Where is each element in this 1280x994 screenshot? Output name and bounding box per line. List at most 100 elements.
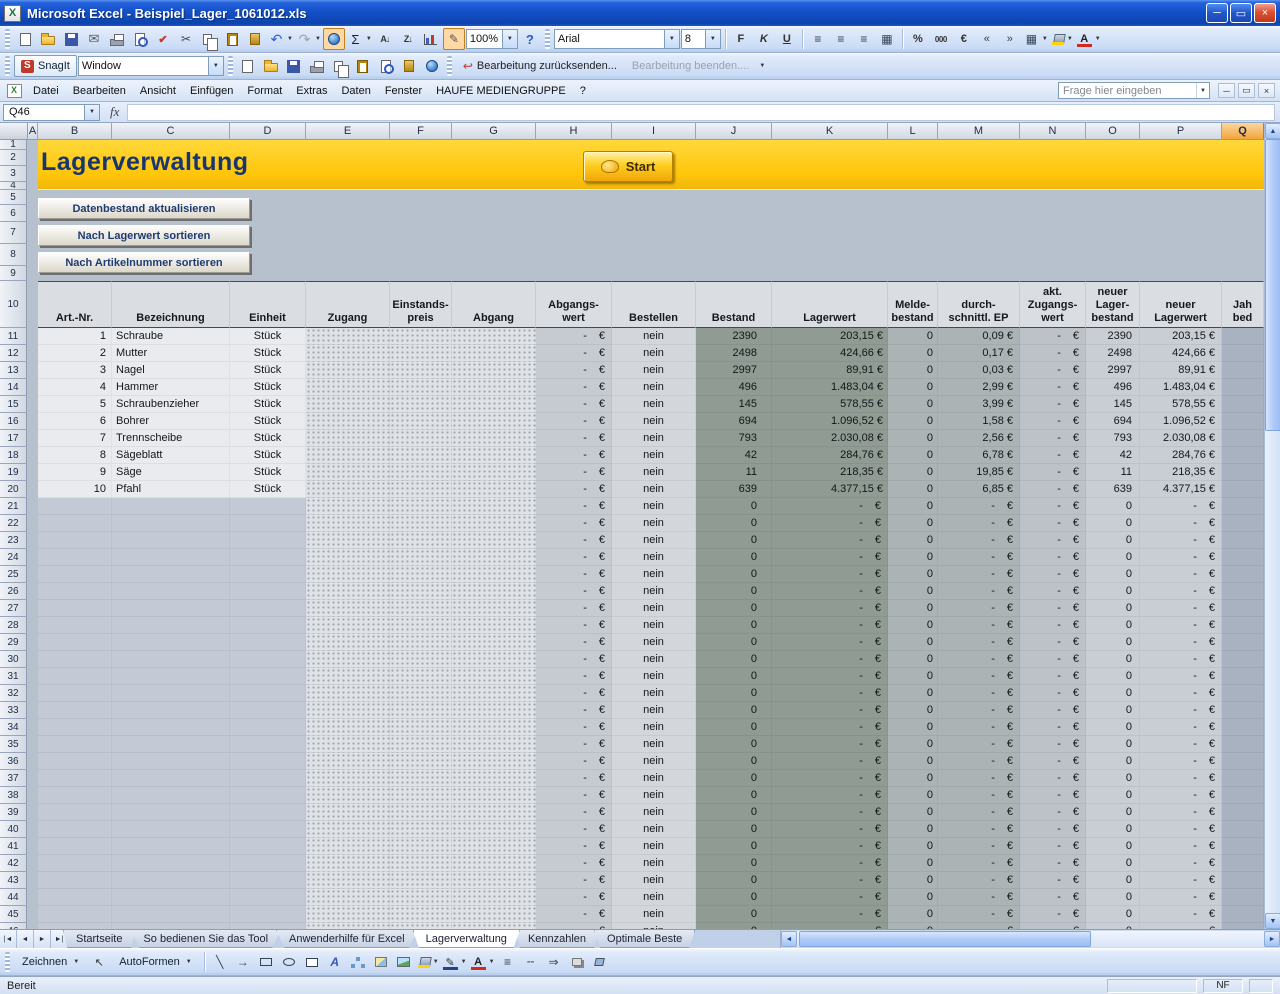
cell-G39[interactable] (452, 804, 536, 821)
cell-M31[interactable]: -€ (938, 668, 1020, 685)
cell-M12[interactable]: 0,17 € (938, 345, 1020, 362)
oval-button[interactable] (278, 951, 300, 973)
cell-N42[interactable]: -€ (1020, 855, 1086, 872)
cell-L24[interactable]: 0 (888, 549, 938, 566)
cell-F12[interactable] (390, 345, 452, 362)
cell-E45[interactable] (306, 906, 390, 923)
cell-D41[interactable] (230, 838, 306, 855)
cell-G20[interactable] (452, 481, 536, 498)
cell-D38[interactable] (230, 787, 306, 804)
cell-C44[interactable] (112, 889, 230, 906)
cell-D34[interactable] (230, 719, 306, 736)
question-dropdown-icon[interactable]: ▼ (1196, 83, 1209, 98)
cell-C31[interactable] (112, 668, 230, 685)
cell-O21[interactable]: 0 (1086, 498, 1140, 515)
cell-L40[interactable]: 0 (888, 821, 938, 838)
cell-D19[interactable]: Stück (230, 464, 306, 481)
cell-I33[interactable]: nein (612, 702, 696, 719)
cell-O39[interactable]: 0 (1086, 804, 1140, 821)
cell-B38[interactable] (38, 787, 112, 804)
cell-B27[interactable] (38, 600, 112, 617)
cell-H26[interactable]: -€ (536, 583, 612, 600)
cell-L45[interactable]: 0 (888, 906, 938, 923)
row-header-22[interactable]: 22 (0, 515, 27, 532)
cell-G30[interactable] (452, 651, 536, 668)
snagit-paste-button[interactable] (352, 55, 374, 77)
draw-menu-button[interactable]: Zeichnen ▼ (14, 953, 87, 971)
cell-O41[interactable]: 0 (1086, 838, 1140, 855)
cell-K16[interactable]: 1.096,52 € (772, 413, 888, 430)
menu-item-1[interactable]: Datei (26, 82, 66, 100)
cell-L22[interactable]: 0 (888, 515, 938, 532)
cell-N40[interactable]: -€ (1020, 821, 1086, 838)
cell-E32[interactable] (306, 685, 390, 702)
row-header-16[interactable]: 16 (0, 413, 27, 430)
cell-C23[interactable] (112, 532, 230, 549)
email-button[interactable]: ✉ (83, 28, 105, 50)
cell-Q41[interactable] (1222, 838, 1264, 855)
undo-dropdown-icon[interactable]: ▼ (287, 36, 293, 42)
snagit-new-capture-button[interactable] (237, 55, 259, 77)
cell-H39[interactable]: -€ (536, 804, 612, 821)
cell-L35[interactable]: 0 (888, 736, 938, 753)
table-header-Q[interactable]: Jahbed (1222, 281, 1264, 328)
font-size-combo[interactable]: 8 ▼ (681, 29, 721, 49)
cell-P34[interactable]: -€ (1140, 719, 1222, 736)
undo-button[interactable]: ↶▼ (267, 28, 294, 50)
table-header-F[interactable]: Einstands-preis (390, 281, 452, 328)
cell-C18[interactable]: Sägeblatt (112, 447, 230, 464)
row-header-32[interactable]: 32 (0, 685, 27, 702)
zoom-combo[interactable]: 100% ▼ (466, 29, 518, 49)
insert-function-icon[interactable]: fx (110, 104, 119, 120)
cell-E31[interactable] (306, 668, 390, 685)
cell-E13[interactable] (306, 362, 390, 379)
cell-D15[interactable]: Stück (230, 396, 306, 413)
cell-Q19[interactable] (1222, 464, 1264, 481)
cell-F24[interactable] (390, 549, 452, 566)
row-header-17[interactable]: 17 (0, 430, 27, 447)
cell-E23[interactable] (306, 532, 390, 549)
tab-3-anwenderhilfe-für-excel[interactable]: Anwenderhilfe für Excel (276, 930, 418, 948)
column-header-C[interactable]: C (112, 123, 230, 140)
cell-I41[interactable]: nein (612, 838, 696, 855)
cell-F20[interactable] (390, 481, 452, 498)
formula-input[interactable] (127, 104, 1275, 121)
row-header-11[interactable]: 11 (0, 328, 27, 345)
cell-M25[interactable]: -€ (938, 566, 1020, 583)
cell-Q14[interactable] (1222, 379, 1264, 396)
cell-I44[interactable]: nein (612, 889, 696, 906)
cell-Q15[interactable] (1222, 396, 1264, 413)
action-button-3[interactable]: Nach Artikelnummer sortieren (38, 252, 250, 273)
cell-E34[interactable] (306, 719, 390, 736)
workbook-close-button[interactable]: × (1258, 83, 1275, 98)
cell-M23[interactable]: -€ (938, 532, 1020, 549)
cell-I13[interactable]: nein (612, 362, 696, 379)
cell-G15[interactable] (452, 396, 536, 413)
cell-L28[interactable]: 0 (888, 617, 938, 634)
table-header-L[interactable]: Melde-bestand (888, 281, 938, 328)
cell-G37[interactable] (452, 770, 536, 787)
cell-J31[interactable]: 0 (696, 668, 772, 685)
cell-I28[interactable]: nein (612, 617, 696, 634)
cell-E11[interactable] (306, 328, 390, 345)
cell-M11[interactable]: 0,09 € (938, 328, 1020, 345)
snagit-color-button[interactable] (398, 55, 420, 77)
table-header-P[interactable]: neuerLagerwert (1140, 281, 1222, 328)
cell-K31[interactable]: -€ (772, 668, 888, 685)
cell-Q34[interactable] (1222, 719, 1264, 736)
cell-H44[interactable]: -€ (536, 889, 612, 906)
tab-scroll-next-icon[interactable]: ► (34, 930, 51, 948)
cell-L38[interactable]: 0 (888, 787, 938, 804)
row-header-25[interactable]: 25 (0, 566, 27, 583)
draw-fill-color-dropdown-icon[interactable]: ▼ (433, 959, 439, 965)
cell-D36[interactable] (230, 753, 306, 770)
cell-L37[interactable]: 0 (888, 770, 938, 787)
cell-E33[interactable] (306, 702, 390, 719)
cell-G33[interactable] (452, 702, 536, 719)
table-header-J[interactable]: Bestand (696, 281, 772, 328)
cell-G45[interactable] (452, 906, 536, 923)
cell-O17[interactable]: 793 (1086, 430, 1140, 447)
cell-G21[interactable] (452, 498, 536, 515)
row-header-26[interactable]: 26 (0, 583, 27, 600)
tab-5-kennzahlen[interactable]: Kennzahlen (515, 930, 599, 948)
